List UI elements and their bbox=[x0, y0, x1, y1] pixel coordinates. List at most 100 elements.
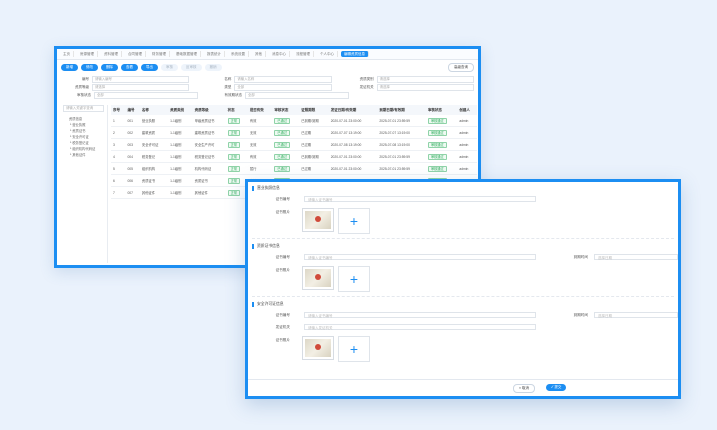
table-cell: 资质证书 bbox=[192, 174, 226, 187]
table-cell: 007 bbox=[125, 186, 140, 199]
seal-icon bbox=[315, 344, 322, 351]
status-badge: 正常 bbox=[227, 129, 240, 136]
form-input[interactable]: 请输入编号 bbox=[92, 75, 190, 83]
certificate-thumbnail[interactable] bbox=[302, 266, 334, 290]
certificate-image bbox=[305, 269, 331, 287]
table-cell: 1-1级别 bbox=[168, 174, 193, 187]
table-cell: 2025-07-01 23:59:59 bbox=[377, 162, 426, 175]
table-cell: 安全许可证 bbox=[139, 138, 169, 151]
tab-3[interactable]: 合同管理 bbox=[125, 51, 146, 57]
table-cell: admin bbox=[457, 150, 477, 163]
status-badge: 正常 bbox=[227, 177, 240, 184]
tab-6[interactable]: 报表统计 bbox=[204, 51, 225, 57]
form-input[interactable]: 请选择 bbox=[376, 83, 474, 91]
section-divider bbox=[252, 238, 674, 239]
form-input[interactable]: 全部 bbox=[234, 83, 332, 91]
toolbar-disabled-button-1[interactable]: 反审核 bbox=[181, 63, 202, 71]
table-cell: 1 bbox=[111, 115, 126, 127]
table-cell: 1-1级别 bbox=[168, 186, 193, 199]
table-cell: 有效 bbox=[247, 150, 273, 163]
tree-search-input[interactable]: 请输入关键字查询 bbox=[63, 105, 104, 112]
tab-11[interactable]: 个人中心 bbox=[317, 51, 338, 57]
toolbar-button-0[interactable]: 新增 bbox=[61, 63, 78, 71]
table-cell: 2025-07-01 23:59:59 bbox=[377, 115, 426, 127]
field-label: 发证机关 bbox=[275, 325, 290, 329]
form-label: 资质类别 bbox=[359, 76, 374, 81]
form-label: 编号 bbox=[82, 76, 89, 81]
tab-1[interactable]: 房源管理 bbox=[77, 51, 98, 57]
form-input[interactable]: 请选择 bbox=[92, 83, 190, 91]
status-badge: 正常 bbox=[227, 141, 240, 148]
table-row[interactable]: 3 003 安全许可证 1-1级别 安全生产许可 正常 无效 已通过 已过期 2020-07-08… bbox=[111, 138, 477, 151]
certificate-image bbox=[305, 211, 331, 229]
field-input[interactable]: 请输入证书编号 bbox=[304, 254, 536, 260]
tab-8[interactable]: 其他 bbox=[252, 51, 266, 57]
table-row[interactable]: 4 004 税务登记 1-1级别 税务登记证书 正常 有效 已通过 已到期/到期 2020-07-… bbox=[111, 150, 477, 163]
field-input[interactable]: 请输入证书编号 bbox=[304, 312, 536, 318]
table-cell: 组织机构 bbox=[139, 162, 169, 175]
status-badge: 已通过 bbox=[274, 129, 290, 136]
tab-5[interactable]: 基础数据管理 bbox=[173, 51, 201, 57]
table-cell: 003 bbox=[125, 138, 140, 151]
submit-button[interactable]: ✓ 提交 bbox=[546, 384, 567, 391]
edit-window: 营业执照信息 证书编号 请输入证书编号 证书照片 + 资质证书信息 证书编号 请输入证书编号到… bbox=[245, 179, 681, 399]
form-input[interactable]: 请输入名称 bbox=[234, 75, 332, 83]
table-cell: 其他证件 bbox=[139, 186, 169, 199]
field-label: 到期时间 bbox=[573, 313, 588, 317]
toolbar-disabled-button-0[interactable]: 审核 bbox=[161, 63, 178, 71]
add-photo-button[interactable]: + bbox=[338, 208, 370, 234]
photo-label: 证书照片 bbox=[275, 268, 290, 272]
tab-2[interactable]: 资料管理 bbox=[101, 51, 122, 57]
table-cell: 正常 bbox=[225, 138, 248, 151]
certificate-thumbnail[interactable] bbox=[302, 336, 334, 360]
form-row-2: 审核状态 全部 有效期状态 全部 bbox=[61, 91, 474, 99]
cancel-button[interactable]: × 取消 bbox=[513, 384, 536, 393]
status-badge: 正常 bbox=[227, 153, 240, 160]
table-row[interactable]: 2 002 建筑资质 1-1级别 建筑资质证书 正常 无效 已通过 已过期 2020-07-07 … bbox=[111, 126, 477, 139]
form-input[interactable]: 全部 bbox=[245, 91, 349, 99]
tree-item[interactable]: └ 其他证件 bbox=[61, 152, 107, 158]
toolbar-disabled-button-2[interactable]: 撤销 bbox=[204, 63, 222, 71]
date-input[interactable]: 选择日期 bbox=[594, 312, 678, 318]
status-badge: 审核通过 bbox=[427, 165, 447, 172]
table-cell: 2020-07-01 23:00:00 bbox=[328, 150, 378, 163]
certificate-thumbnail[interactable] bbox=[302, 208, 334, 232]
form-label: 名称 bbox=[224, 76, 232, 81]
tab-active[interactable]: 编辑资质信息 bbox=[341, 51, 369, 57]
table-row[interactable]: 1 001 营业执照 1-1级别 甲级资质证书 正常 有效 已通过 已到期/到期 2020-07-… bbox=[111, 115, 477, 127]
table-header: 创建人 bbox=[457, 105, 477, 115]
tab-10[interactable]: 流程管理 bbox=[293, 51, 314, 57]
add-photo-button[interactable]: + bbox=[338, 336, 370, 362]
table-cell: admin bbox=[457, 115, 477, 127]
form-row-0: 编号 请输入编号 名称 请输入名称 资质类别 请选择 bbox=[61, 75, 474, 83]
toolbar-button-3[interactable]: 查看 bbox=[121, 63, 138, 71]
date-input[interactable]: 选择日期 bbox=[594, 254, 678, 260]
toolbar-button-4[interactable]: 导出 bbox=[141, 63, 158, 71]
status-badge: 已通过 bbox=[274, 141, 290, 148]
toolbar-button-1[interactable]: 修改 bbox=[81, 63, 98, 71]
form-input[interactable]: 全部 bbox=[94, 91, 198, 99]
table-header: 发证日期/有效期 bbox=[328, 105, 378, 115]
table-cell: 营业执照 bbox=[139, 115, 169, 127]
search-form: 编号 请输入编号 名称 请输入名称 资质类别 请选择 资质等级 请选择 类型 全部 发证机关 请选择审… bbox=[61, 75, 474, 99]
table-cell: 已通过 bbox=[272, 162, 300, 175]
tab-7[interactable]: 系统设置 bbox=[228, 51, 249, 57]
table-header: 资质等级 bbox=[192, 105, 226, 115]
advanced-search-button[interactable]: 高级查询 bbox=[448, 62, 474, 72]
form-input[interactable]: 请选择 bbox=[376, 75, 474, 83]
toolbar-button-2[interactable]: 删除 bbox=[101, 63, 118, 71]
table-cell: 建筑资质 bbox=[139, 126, 169, 139]
photo-label: 证书照片 bbox=[275, 210, 290, 214]
add-photo-button[interactable]: + bbox=[338, 266, 370, 292]
field-input[interactable]: 请输入发证机关 bbox=[304, 324, 536, 330]
tab-4[interactable]: 财务管理 bbox=[149, 51, 170, 57]
field-input[interactable]: 请输入证书编号 bbox=[304, 196, 536, 202]
tab-9[interactable]: 消息中心 bbox=[269, 51, 290, 57]
table-cell: 002 bbox=[125, 126, 140, 139]
table-cell: 5 bbox=[111, 162, 126, 175]
table-header: 资质类别 bbox=[168, 105, 193, 115]
status-badge: 已通过 bbox=[274, 117, 290, 124]
table-row[interactable]: 5 005 组织机构 1-1级别 机构代码证 正常 暂行 已通过 已过期 2020-07-01 2… bbox=[111, 162, 477, 175]
table-cell: admin bbox=[457, 162, 477, 175]
tab-0[interactable]: 主页 bbox=[60, 51, 74, 57]
